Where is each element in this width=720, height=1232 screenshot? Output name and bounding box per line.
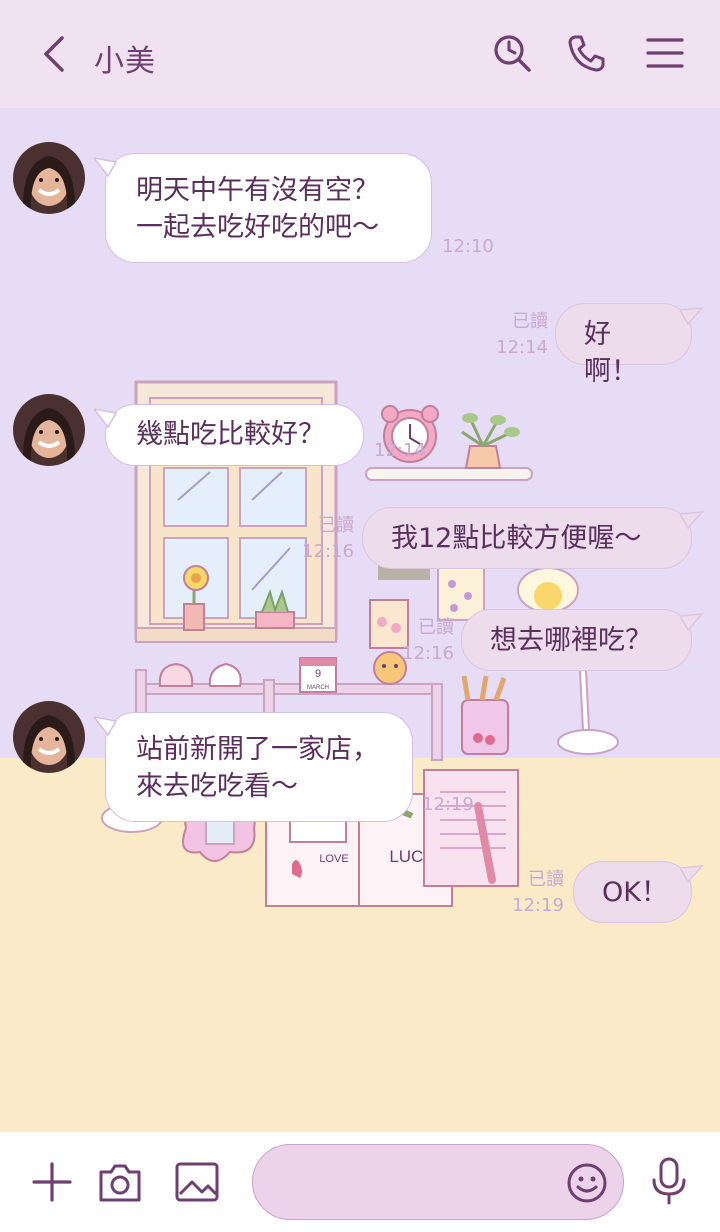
message-text: 好啊！: [584, 319, 638, 387]
bubble-tail: [680, 613, 704, 632]
message-text: 明天中午有沒有空？: [136, 175, 379, 206]
bubble-tail: [680, 865, 704, 884]
message-meta: 已讀 12:16: [396, 615, 454, 667]
bubble-tail: [680, 307, 704, 326]
message-text: 站前新開了一家店，: [136, 734, 379, 765]
bubble-tail: [94, 716, 118, 737]
message-time: 12:16: [302, 541, 354, 562]
message-bubble-incoming[interactable]: 幾點吃比較好？: [105, 404, 364, 466]
contact-avatar[interactable]: [13, 142, 85, 214]
message-meta: 已讀 12:16: [296, 513, 354, 565]
calendar-day: 9: [315, 668, 321, 680]
avatar-photo-icon: [13, 142, 85, 214]
book-left-text: LOVE: [319, 853, 348, 865]
message-text: OK！: [602, 877, 668, 908]
message-text: 我12點比較方便喔〜: [391, 523, 642, 554]
message-text: 來去吃吃看〜: [136, 771, 298, 802]
emoji-icon[interactable]: [565, 1161, 609, 1205]
contact-avatar[interactable]: [13, 394, 85, 466]
bubble-tail: [94, 157, 118, 178]
message-text: 幾點吃比較好？: [136, 419, 325, 450]
menu-icon[interactable]: [644, 32, 686, 74]
chat-header: 小美: [0, 0, 720, 108]
input-bar: [0, 1132, 720, 1232]
back-icon[interactable]: [36, 34, 72, 74]
read-receipt: 已讀: [512, 311, 548, 332]
chat-title: 小美: [94, 44, 156, 79]
message-bubble-incoming[interactable]: 明天中午有沒有空？ 一起去吃好吃的吧〜: [105, 153, 432, 263]
bubble-tail: [94, 408, 118, 429]
read-receipt: 已讀: [528, 869, 564, 890]
phone-icon[interactable]: [566, 32, 608, 74]
message-bubble-outgoing[interactable]: 我12點比較方便喔〜: [362, 507, 692, 569]
message-meta: 已讀 12:14: [490, 309, 548, 361]
camera-icon[interactable]: [97, 1160, 143, 1204]
search-icon[interactable]: [491, 32, 533, 74]
contact-avatar[interactable]: [13, 701, 85, 773]
message-time: 12:16: [402, 643, 454, 664]
message-time: 12:14: [374, 440, 426, 461]
message-time: 12:14: [496, 337, 548, 358]
message-bubble-outgoing[interactable]: 好啊！: [555, 303, 692, 387]
image-icon[interactable]: [174, 1160, 220, 1204]
mic-icon[interactable]: [648, 1156, 690, 1206]
message-time: 12:10: [442, 236, 494, 257]
message-input[interactable]: [252, 1144, 624, 1220]
message-meta: 已讀 12:19: [506, 867, 564, 919]
message-time: 12:19: [512, 895, 564, 916]
read-receipt: 已讀: [318, 515, 354, 536]
bubble-tail: [680, 511, 704, 530]
read-receipt: 已讀: [418, 617, 454, 638]
message-text: 想去哪裡吃？: [490, 625, 652, 656]
calendar-month: MARCH: [307, 685, 329, 691]
message-time: 12:19: [422, 794, 474, 815]
message-text: 一起去吃好吃的吧〜: [136, 212, 379, 243]
message-bubble-incoming[interactable]: 站前新開了一家店， 來去吃吃看〜: [105, 712, 413, 822]
message-bubble-outgoing[interactable]: OK！: [573, 861, 692, 923]
avatar-photo-icon: [13, 701, 85, 773]
message-bubble-outgoing[interactable]: 想去哪裡吃？: [461, 609, 692, 671]
avatar-photo-icon: [13, 394, 85, 466]
plus-icon[interactable]: [30, 1160, 74, 1204]
